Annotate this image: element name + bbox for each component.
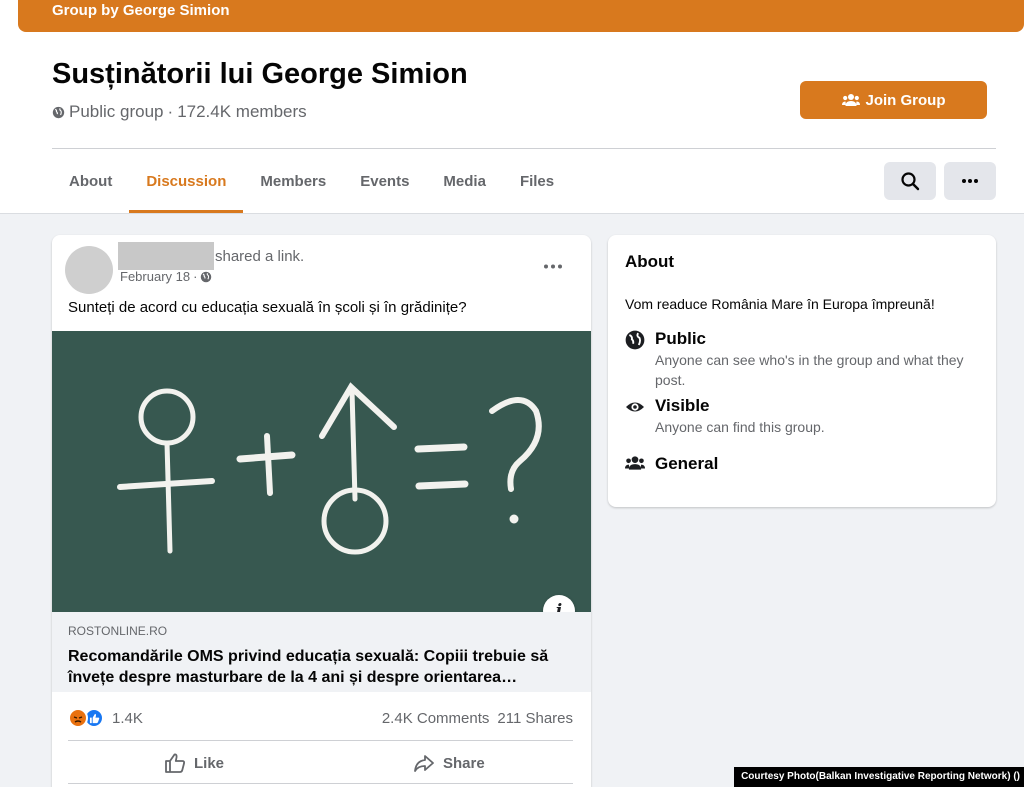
about-item-public: Public Anyone can see who's in the group… bbox=[625, 329, 975, 390]
avatar[interactable] bbox=[65, 246, 113, 294]
tab-discussion[interactable]: Discussion bbox=[129, 150, 244, 213]
post-more-button[interactable] bbox=[537, 254, 569, 278]
post-date[interactable]: February 18 bbox=[120, 269, 190, 284]
about-heading: About bbox=[625, 252, 675, 271]
reaction-icons[interactable] bbox=[68, 708, 104, 728]
photo-credit: Courtesy Photo(Balkan Investigative Repo… bbox=[734, 767, 1024, 787]
engagement-stats: 2.4K Comments 211 Shares bbox=[382, 710, 573, 727]
about-item-subtitle: Anyone can find this group. bbox=[655, 419, 825, 435]
about-item-title: Visible bbox=[655, 396, 710, 415]
link-preview-details[interactable]: ROSTONLINE.RO Recomandările OMS privind … bbox=[52, 612, 591, 692]
tab-about[interactable]: About bbox=[52, 150, 129, 213]
angry-reaction-icon bbox=[68, 708, 88, 728]
tab-events[interactable]: Events bbox=[343, 150, 426, 213]
chalkboard-image bbox=[52, 331, 591, 612]
share-button[interactable]: Share bbox=[413, 747, 485, 779]
reaction-count[interactable]: 1.4K bbox=[112, 710, 143, 727]
like-button[interactable]: Like bbox=[164, 747, 224, 779]
redacted-author-name bbox=[118, 242, 214, 270]
share-icon bbox=[414, 755, 434, 772]
actions-divider bbox=[68, 740, 573, 741]
group-title: Susținătorii lui George Simion bbox=[52, 58, 468, 90]
tab-files[interactable]: Files bbox=[503, 150, 571, 213]
member-count[interactable]: 172.4K members bbox=[177, 102, 306, 122]
globe-icon bbox=[625, 330, 645, 350]
globe-icon bbox=[201, 271, 212, 282]
eye-icon bbox=[626, 402, 644, 412]
more-options-button[interactable] bbox=[944, 162, 996, 200]
actions-divider-bottom bbox=[68, 783, 573, 784]
post-date-row: February 18 · bbox=[120, 269, 212, 284]
tab-members[interactable]: Members bbox=[243, 150, 343, 213]
link-domain: ROSTONLINE.RO bbox=[68, 624, 168, 638]
group-meta: Public group · 172.4K members bbox=[52, 102, 307, 122]
join-group-button[interactable]: Join Group bbox=[800, 81, 987, 119]
post-action-text: shared a link. bbox=[215, 248, 305, 265]
about-item-visible: Visible Anyone can find this group. bbox=[625, 396, 975, 437]
link-title: Recomandările OMS privind educația sexua… bbox=[68, 648, 549, 686]
search-button[interactable] bbox=[884, 162, 936, 200]
about-item-title: Public bbox=[655, 329, 707, 348]
share-label: Share bbox=[443, 754, 485, 772]
meta-separator: · bbox=[167, 102, 174, 121]
about-item-general: General bbox=[625, 454, 975, 476]
post-card: shared a link. February 18 · Sunteți de … bbox=[52, 235, 591, 787]
search-icon bbox=[901, 172, 920, 191]
about-card: About Vom readuce România Mare în Europa… bbox=[608, 235, 996, 507]
thumbs-up-icon bbox=[165, 753, 185, 773]
group-tabs: About Discussion Members Events Media Fi… bbox=[52, 150, 571, 214]
like-label: Like bbox=[194, 754, 225, 772]
group-banner: Group by George Simion bbox=[18, 0, 1024, 32]
reactions-row: 1.4K 2.4K Comments 211 Shares bbox=[68, 705, 573, 731]
banner-text: Group by George Simion bbox=[52, 2, 230, 19]
people-icon bbox=[841, 94, 860, 106]
about-description: Vom readuce România Mare în Europa împre… bbox=[625, 296, 935, 312]
about-item-title: General bbox=[655, 454, 719, 473]
group-privacy: Public group bbox=[69, 102, 164, 121]
header-divider bbox=[52, 148, 996, 149]
about-item-subtitle: Anyone can see who's in the group and wh… bbox=[655, 352, 964, 388]
post-text: Sunteți de acord cu educația sexuală în … bbox=[68, 299, 467, 316]
more-horizontal-icon bbox=[962, 179, 978, 183]
globe-icon bbox=[52, 106, 65, 118]
date-separator: · bbox=[193, 269, 198, 284]
share-count[interactable]: 211 Shares bbox=[497, 710, 573, 727]
join-group-label: Join Group bbox=[865, 91, 946, 109]
people-icon bbox=[625, 456, 645, 470]
tab-media[interactable]: Media bbox=[426, 150, 503, 213]
link-preview-image[interactable] bbox=[52, 331, 591, 612]
comment-count[interactable]: 2.4K Comments bbox=[382, 710, 490, 727]
more-horizontal-icon bbox=[544, 264, 562, 268]
